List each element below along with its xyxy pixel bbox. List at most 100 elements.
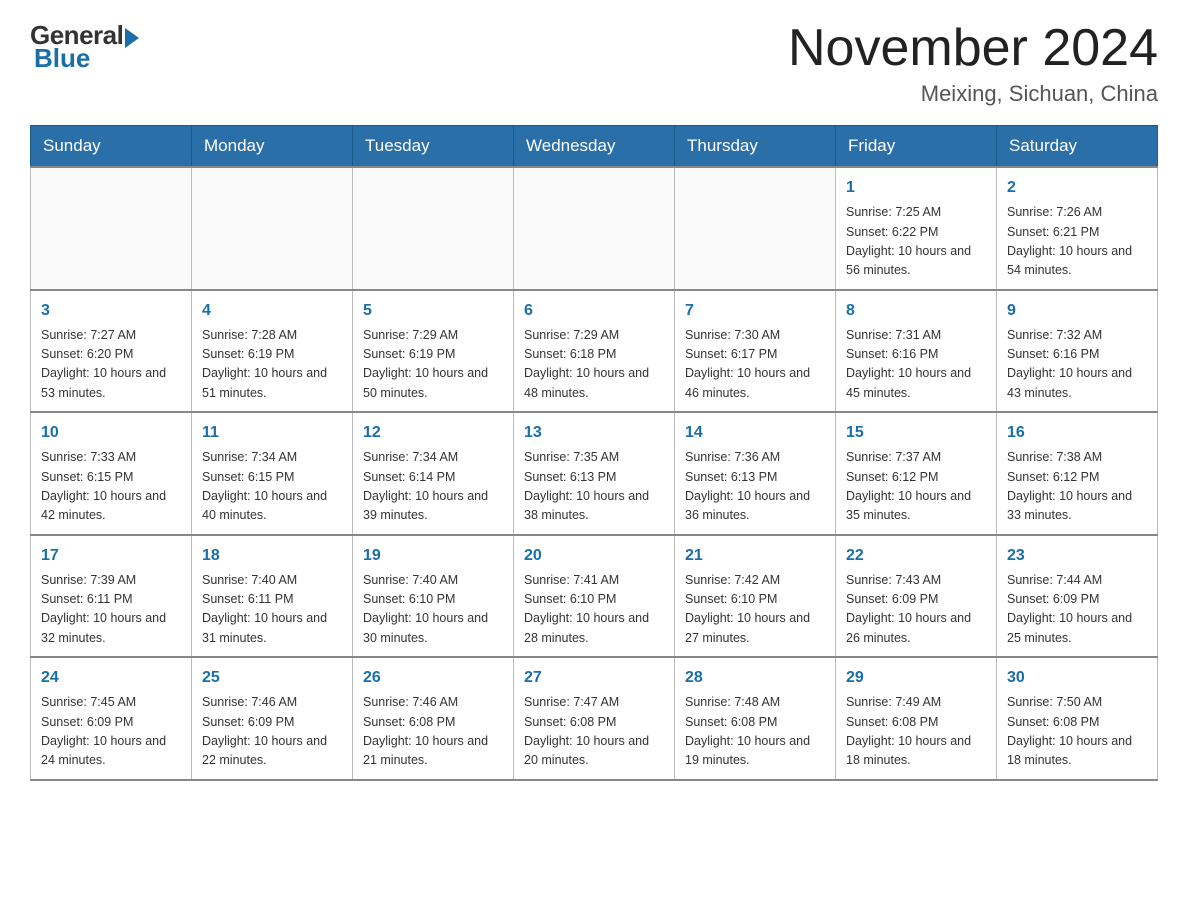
calendar-cell: 25 Sunrise: 7:46 AM Sunset: 6:09 PM Dayli… bbox=[192, 657, 353, 780]
day-number: 12 bbox=[363, 421, 503, 445]
calendar-cell: 17Sunrise: 7:39 AM Sunset: 6:11 PM Dayli… bbox=[31, 535, 192, 658]
day-info: Sunrise: 7:32 AM Sunset: 6:16 PM Dayligh… bbox=[1007, 326, 1147, 404]
day-number: 19 bbox=[363, 544, 503, 568]
weekday-header-monday: Monday bbox=[192, 126, 353, 168]
calendar-cell: 5 Sunrise: 7:29 AM Sunset: 6:19 PM Daylig… bbox=[353, 290, 514, 413]
day-number: 11 bbox=[202, 421, 342, 445]
day-info: Sunrise: 7:29 AM Sunset: 6:18 PM Dayligh… bbox=[524, 326, 664, 404]
calendar-week-row: 10Sunrise: 7:33 AM Sunset: 6:15 PM Dayli… bbox=[31, 412, 1158, 535]
logo-arrow-icon bbox=[125, 28, 139, 48]
logo: General Blue bbox=[30, 20, 139, 74]
calendar-cell: 12 Sunrise: 7:34 AM Sunset: 6:14 PM Dayli… bbox=[353, 412, 514, 535]
weekday-header-thursday: Thursday bbox=[675, 126, 836, 168]
logo-blue-text: Blue bbox=[34, 43, 90, 74]
calendar-cell: 28 Sunrise: 7:48 AM Sunset: 6:08 PM Dayli… bbox=[675, 657, 836, 780]
weekday-header-wednesday: Wednesday bbox=[514, 126, 675, 168]
day-info: Sunrise: 7:29 AM Sunset: 6:19 PM Dayligh… bbox=[363, 326, 503, 404]
calendar-cell: 16 Sunrise: 7:38 AM Sunset: 6:12 PM Dayli… bbox=[997, 412, 1158, 535]
day-info: Sunrise: 7:30 AM Sunset: 6:17 PM Dayligh… bbox=[685, 326, 825, 404]
calendar-cell: 24Sunrise: 7:45 AM Sunset: 6:09 PM Dayli… bbox=[31, 657, 192, 780]
calendar-cell: 6 Sunrise: 7:29 AM Sunset: 6:18 PM Daylig… bbox=[514, 290, 675, 413]
day-number: 1 bbox=[846, 176, 986, 200]
calendar-cell: 1 Sunrise: 7:25 AM Sunset: 6:22 PM Daylig… bbox=[836, 167, 997, 290]
day-number: 18 bbox=[202, 544, 342, 568]
day-number: 25 bbox=[202, 666, 342, 690]
calendar-cell: 2 Sunrise: 7:26 AM Sunset: 6:21 PM Daylig… bbox=[997, 167, 1158, 290]
calendar-cell: 27 Sunrise: 7:47 AM Sunset: 6:08 PM Dayli… bbox=[514, 657, 675, 780]
calendar-week-row: 1 Sunrise: 7:25 AM Sunset: 6:22 PM Daylig… bbox=[31, 167, 1158, 290]
day-info: Sunrise: 7:42 AM Sunset: 6:10 PM Dayligh… bbox=[685, 571, 825, 649]
page-header: General Blue November 2024 Meixing, Sich… bbox=[30, 20, 1158, 107]
day-number: 22 bbox=[846, 544, 986, 568]
calendar-cell: 13Sunrise: 7:35 AM Sunset: 6:13 PM Dayli… bbox=[514, 412, 675, 535]
day-info: Sunrise: 7:40 AM Sunset: 6:10 PM Dayligh… bbox=[363, 571, 503, 649]
calendar-cell: 8Sunrise: 7:31 AM Sunset: 6:16 PM Daylig… bbox=[836, 290, 997, 413]
calendar-table: SundayMondayTuesdayWednesdayThursdayFrid… bbox=[30, 125, 1158, 781]
calendar-cell: 18 Sunrise: 7:40 AM Sunset: 6:11 PM Dayli… bbox=[192, 535, 353, 658]
day-info: Sunrise: 7:37 AM Sunset: 6:12 PM Dayligh… bbox=[846, 448, 986, 526]
calendar-cell: 3 Sunrise: 7:27 AM Sunset: 6:20 PM Daylig… bbox=[31, 290, 192, 413]
day-number: 8 bbox=[846, 299, 986, 323]
day-info: Sunrise: 7:45 AM Sunset: 6:09 PM Dayligh… bbox=[41, 693, 181, 771]
day-number: 15 bbox=[846, 421, 986, 445]
title-area: November 2024 Meixing, Sichuan, China bbox=[788, 20, 1158, 107]
calendar-cell: 15 Sunrise: 7:37 AM Sunset: 6:12 PM Dayli… bbox=[836, 412, 997, 535]
calendar-cell: 14 Sunrise: 7:36 AM Sunset: 6:13 PM Dayli… bbox=[675, 412, 836, 535]
day-info: Sunrise: 7:47 AM Sunset: 6:08 PM Dayligh… bbox=[524, 693, 664, 771]
calendar-week-row: 3 Sunrise: 7:27 AM Sunset: 6:20 PM Daylig… bbox=[31, 290, 1158, 413]
calendar-cell: 9 Sunrise: 7:32 AM Sunset: 6:16 PM Daylig… bbox=[997, 290, 1158, 413]
calendar-cell bbox=[353, 167, 514, 290]
day-info: Sunrise: 7:46 AM Sunset: 6:08 PM Dayligh… bbox=[363, 693, 503, 771]
calendar-cell: 7Sunrise: 7:30 AM Sunset: 6:17 PM Daylig… bbox=[675, 290, 836, 413]
day-number: 30 bbox=[1007, 666, 1147, 690]
day-number: 5 bbox=[363, 299, 503, 323]
day-number: 26 bbox=[363, 666, 503, 690]
day-info: Sunrise: 7:38 AM Sunset: 6:12 PM Dayligh… bbox=[1007, 448, 1147, 526]
calendar-cell: 26 Sunrise: 7:46 AM Sunset: 6:08 PM Dayli… bbox=[353, 657, 514, 780]
day-info: Sunrise: 7:39 AM Sunset: 6:11 PM Dayligh… bbox=[41, 571, 181, 649]
day-info: Sunrise: 7:49 AM Sunset: 6:08 PM Dayligh… bbox=[846, 693, 986, 771]
day-info: Sunrise: 7:36 AM Sunset: 6:13 PM Dayligh… bbox=[685, 448, 825, 526]
calendar-cell bbox=[192, 167, 353, 290]
location-title: Meixing, Sichuan, China bbox=[788, 81, 1158, 107]
day-info: Sunrise: 7:50 AM Sunset: 6:08 PM Dayligh… bbox=[1007, 693, 1147, 771]
day-info: Sunrise: 7:48 AM Sunset: 6:08 PM Dayligh… bbox=[685, 693, 825, 771]
day-number: 20 bbox=[524, 544, 664, 568]
day-info: Sunrise: 7:25 AM Sunset: 6:22 PM Dayligh… bbox=[846, 203, 986, 281]
weekday-header-tuesday: Tuesday bbox=[353, 126, 514, 168]
day-number: 27 bbox=[524, 666, 664, 690]
day-number: 28 bbox=[685, 666, 825, 690]
day-number: 3 bbox=[41, 299, 181, 323]
calendar-cell bbox=[31, 167, 192, 290]
calendar-cell: 20Sunrise: 7:41 AM Sunset: 6:10 PM Dayli… bbox=[514, 535, 675, 658]
calendar-cell: 4Sunrise: 7:28 AM Sunset: 6:19 PM Daylig… bbox=[192, 290, 353, 413]
calendar-cell bbox=[514, 167, 675, 290]
calendar-cell: 29 Sunrise: 7:49 AM Sunset: 6:08 PM Dayli… bbox=[836, 657, 997, 780]
day-number: 29 bbox=[846, 666, 986, 690]
calendar-week-row: 17Sunrise: 7:39 AM Sunset: 6:11 PM Dayli… bbox=[31, 535, 1158, 658]
day-number: 14 bbox=[685, 421, 825, 445]
month-title: November 2024 bbox=[788, 20, 1158, 77]
day-number: 21 bbox=[685, 544, 825, 568]
day-number: 13 bbox=[524, 421, 664, 445]
weekday-header-friday: Friday bbox=[836, 126, 997, 168]
calendar-week-row: 24Sunrise: 7:45 AM Sunset: 6:09 PM Dayli… bbox=[31, 657, 1158, 780]
calendar-cell: 22 Sunrise: 7:43 AM Sunset: 6:09 PM Dayli… bbox=[836, 535, 997, 658]
day-info: Sunrise: 7:40 AM Sunset: 6:11 PM Dayligh… bbox=[202, 571, 342, 649]
weekday-header-saturday: Saturday bbox=[997, 126, 1158, 168]
day-info: Sunrise: 7:27 AM Sunset: 6:20 PM Dayligh… bbox=[41, 326, 181, 404]
day-info: Sunrise: 7:46 AM Sunset: 6:09 PM Dayligh… bbox=[202, 693, 342, 771]
day-number: 2 bbox=[1007, 176, 1147, 200]
day-info: Sunrise: 7:28 AM Sunset: 6:19 PM Dayligh… bbox=[202, 326, 342, 404]
day-number: 6 bbox=[524, 299, 664, 323]
day-info: Sunrise: 7:34 AM Sunset: 6:14 PM Dayligh… bbox=[363, 448, 503, 526]
calendar-cell: 10Sunrise: 7:33 AM Sunset: 6:15 PM Dayli… bbox=[31, 412, 192, 535]
day-info: Sunrise: 7:43 AM Sunset: 6:09 PM Dayligh… bbox=[846, 571, 986, 649]
day-info: Sunrise: 7:44 AM Sunset: 6:09 PM Dayligh… bbox=[1007, 571, 1147, 649]
day-info: Sunrise: 7:26 AM Sunset: 6:21 PM Dayligh… bbox=[1007, 203, 1147, 281]
day-number: 9 bbox=[1007, 299, 1147, 323]
weekday-header-sunday: Sunday bbox=[31, 126, 192, 168]
day-number: 16 bbox=[1007, 421, 1147, 445]
weekday-header-row: SundayMondayTuesdayWednesdayThursdayFrid… bbox=[31, 126, 1158, 168]
calendar-cell: 23Sunrise: 7:44 AM Sunset: 6:09 PM Dayli… bbox=[997, 535, 1158, 658]
